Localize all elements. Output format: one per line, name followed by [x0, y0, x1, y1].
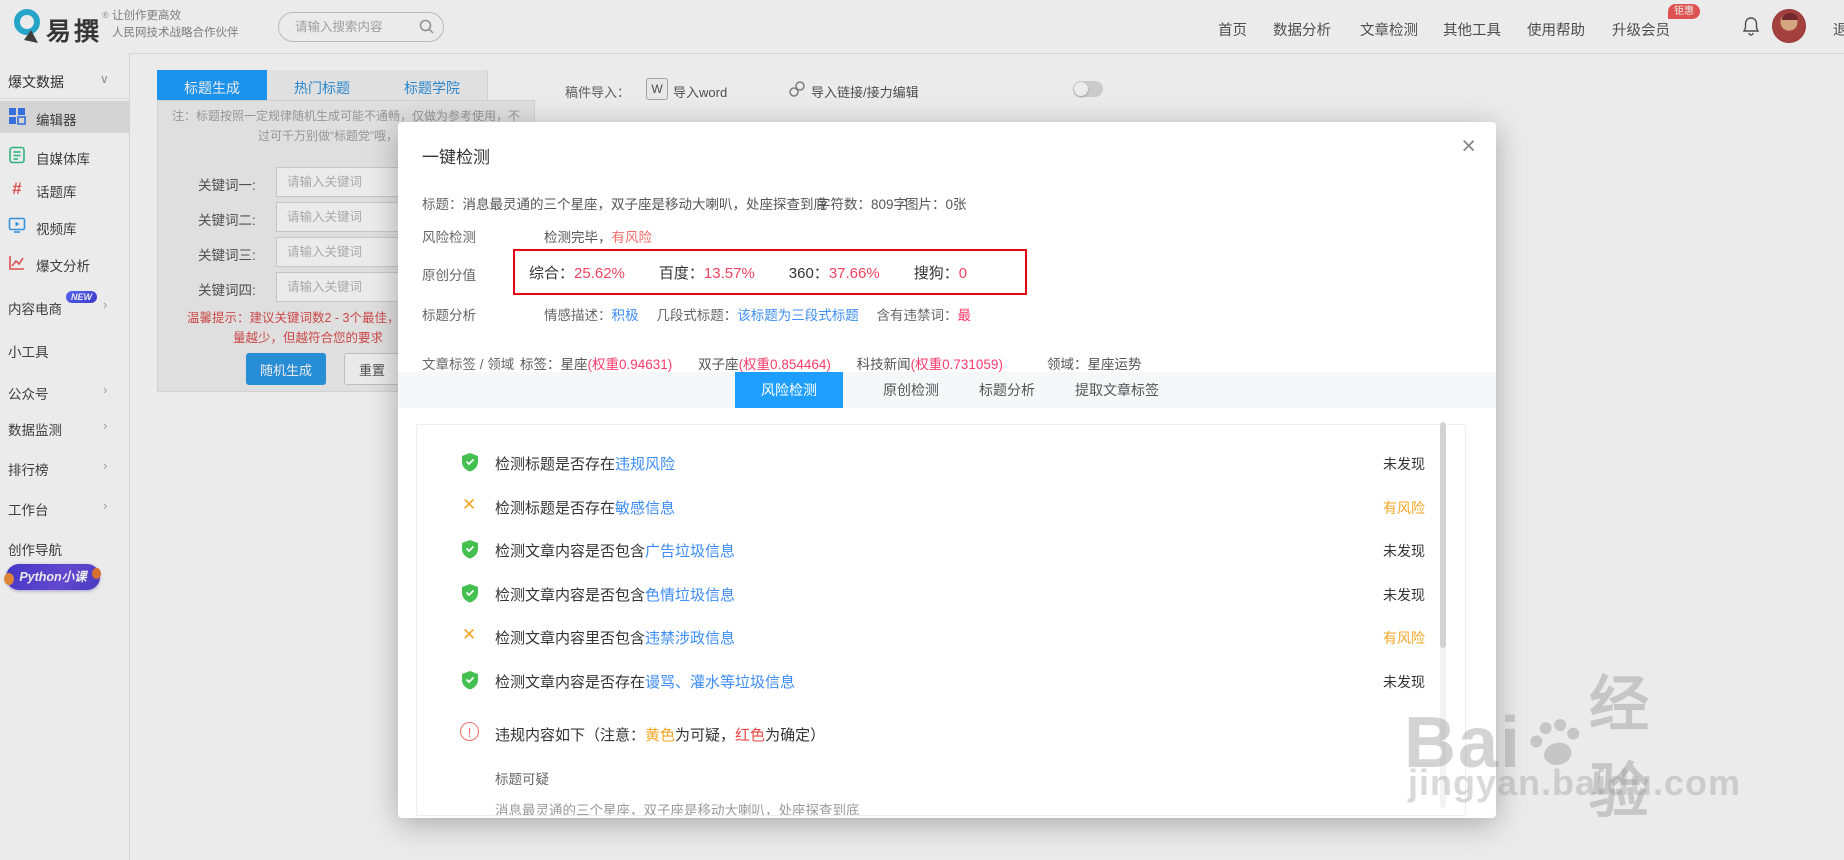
warn-yellow-word: 黄色: [645, 727, 676, 744]
tag-3: 科技新闻: [856, 357, 911, 372]
shield-check-icon: [462, 671, 478, 690]
score-overall: 综合：25.62%: [529, 264, 625, 282]
check-keyword: 违禁涉政信息: [645, 630, 736, 647]
modal-title: 一键检测: [422, 148, 490, 167]
danger-red-word: 红色: [735, 727, 766, 744]
score-sogou: 搜狗：0: [913, 264, 968, 282]
check-status: 未发现: [1383, 674, 1425, 690]
tags-value: 标签：星座(权重0.94631) 双子座(权重0.854464) 科技新闻(权重…: [520, 357, 1003, 372]
check-status: 未发现: [1383, 543, 1425, 559]
violation-clipped-content: 消息最灵通的三个星座，双子座是移动大喇叭，处座探查到底: [495, 803, 860, 816]
check-status: 未发现: [1383, 587, 1425, 603]
risk-done-text: 检测完毕，: [544, 230, 612, 245]
check-row-sensitive-info: ✕ 检测标题是否存在敏感信息 有风险: [462, 495, 1425, 517]
check-row-political-banned: ✕ 检测文章内容里否包含违禁涉政信息 有风险: [462, 625, 1425, 647]
tags-domain-label: 文章标签 / 领域: [422, 357, 515, 372]
check-row-porn-spam: 检测文章内容是否包含色情垃圾信息 未发现: [417, 581, 1465, 607]
violation-subtitle: 标题可疑: [495, 772, 549, 787]
check-row-violation-risk: 检测标题是否存在违规风险 未发现: [417, 450, 1465, 476]
modal-scrollbar-thumb[interactable]: [1440, 422, 1446, 648]
segment-value: 该标题为三段式标题: [737, 308, 859, 323]
article-title-label: 标题：: [422, 197, 463, 212]
warning-circle-icon: !: [460, 722, 479, 741]
modal-tab-originality[interactable]: 原创检测: [883, 380, 939, 400]
shield-check-icon: [462, 453, 478, 472]
modal-tab-risk-check[interactable]: 风险检测: [735, 372, 843, 408]
modal-scrollbar-track: [1440, 422, 1446, 808]
check-status: 有风险: [1383, 500, 1425, 516]
shield-check-icon: [462, 584, 478, 603]
domain-value: 领域：星座运势: [1047, 357, 1142, 372]
check-keyword: 色情垃圾信息: [645, 587, 736, 604]
risk-check-value: 检测完毕，有风险: [544, 226, 652, 246]
tag-1: 星座: [560, 357, 588, 372]
char-count: 字符数：809字: [817, 197, 908, 212]
image-count: 图片：0张: [905, 197, 967, 212]
check-row-abuse-spam: 检测文章内容是否存在谩骂、灌水等垃圾信息 未发现: [417, 668, 1465, 694]
banned-word-value: 最: [957, 308, 972, 323]
check-status: 有风险: [1383, 630, 1425, 646]
check-keyword: 谩骂、灌水等垃圾信息: [645, 674, 796, 691]
yizhuan-app: 易撰 ® 让创作更高效 人民网技术战略合作伙伴 首页 数据分析 文章检测 其他工…: [0, 0, 1844, 860]
shield-check-icon: [462, 540, 478, 559]
article-title-value: 消息最灵通的三个星座，双子座是移动大喇叭，处座探查到底: [462, 197, 828, 212]
risk-check-list: 检测标题是否存在违规风险 未发现 ✕ 检测标题是否存在敏感信息 有风险 检测文章…: [416, 424, 1466, 816]
score-baidu: 百度：13.57%: [658, 264, 755, 282]
risk-flag-text: 有风险: [611, 230, 653, 245]
originality-score-highlight-box: 综合：25.62% 百度：13.57% 360：37.66% 搜狗：0: [513, 249, 1027, 295]
check-row-ad-spam: 检测文章内容是否包含广告垃圾信息 未发现: [417, 537, 1465, 563]
x-mark-icon: ✕: [462, 625, 477, 644]
one-click-check-modal: 一键检测 × 标题：消息最灵通的三个星座，双子座是移动大喇叭，处座探查到底 字符…: [398, 122, 1496, 818]
modal-tab-bar: 风险检测 原创检测 标题分析 提取文章标签: [398, 372, 1496, 408]
check-keyword: 广告垃圾信息: [645, 543, 736, 560]
risk-check-label: 风险检测: [422, 230, 476, 245]
check-status: 未发现: [1383, 456, 1425, 472]
close-icon[interactable]: ×: [1461, 134, 1476, 159]
violation-notice: 违规内容如下（注意：黄色为可疑，红色为确定）: [495, 727, 826, 744]
check-keyword: 敏感信息: [615, 500, 676, 517]
modal-tab-extract-tags[interactable]: 提取文章标签: [1075, 380, 1159, 400]
tag-2: 双子座: [698, 357, 739, 372]
check-keyword: 违规风险: [615, 456, 676, 473]
modal-tab-title-analysis[interactable]: 标题分析: [979, 380, 1035, 400]
originality-label: 原创分值: [422, 268, 476, 283]
title-analysis-label: 标题分析: [422, 308, 476, 323]
score-360: 360：37.66%: [788, 264, 880, 282]
sentiment-value: 积极: [611, 308, 639, 323]
title-analysis-value: 情感描述：积极 几段式标题：该标题为三段式标题 含有违禁词：最: [544, 308, 972, 323]
article-title-row: 标题：消息最灵通的三个星座，双子座是移动大喇叭，处座探查到底: [422, 193, 827, 213]
x-mark-icon: ✕: [462, 495, 477, 514]
